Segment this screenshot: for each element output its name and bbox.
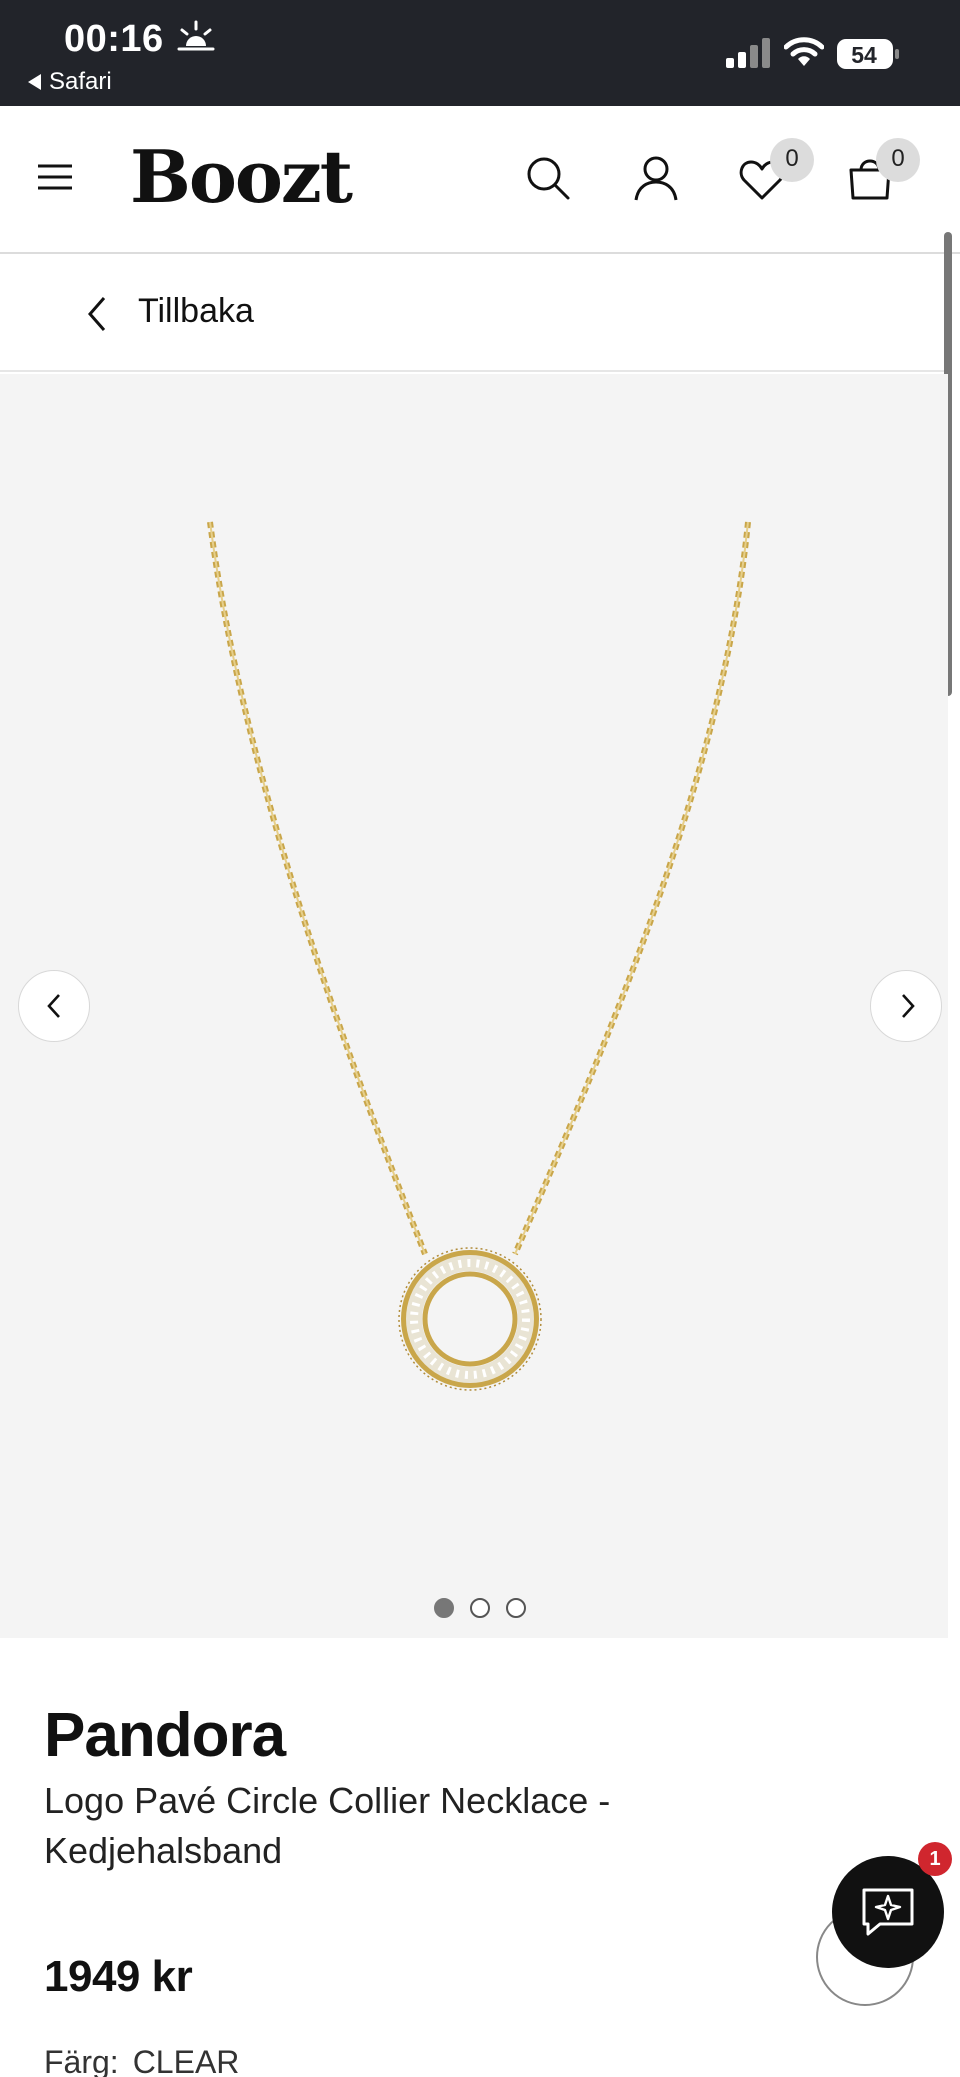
product-color: Färg: CLEAR: [44, 2044, 239, 2077]
menu-icon[interactable]: [36, 162, 74, 192]
product-price: 1949 kr: [44, 1952, 193, 2001]
product-name: Logo Pavé Circle Collier Necklace - Kedj…: [44, 1780, 611, 1871]
product-image-gallery[interactable]: [0, 374, 948, 1638]
gallery-dot[interactable]: [434, 1598, 454, 1618]
back-to-safari[interactable]: Safari: [28, 68, 112, 96]
site-logo[interactable]: Boozt: [130, 134, 353, 219]
account-icon[interactable]: [632, 154, 680, 202]
signal-icon: [726, 38, 770, 68]
back-triangle-icon: [28, 74, 41, 90]
status-time: 00:16: [64, 18, 164, 60]
gallery-dot[interactable]: [506, 1598, 526, 1618]
sunrise-icon: [177, 20, 215, 51]
chat-notification-badge: 1: [918, 1842, 952, 1876]
site-header: Boozt 0 0: [0, 106, 960, 254]
wishlist-count-badge: 0: [770, 138, 814, 182]
gallery-next-button[interactable]: [870, 970, 942, 1042]
color-value: CLEAR: [132, 2044, 240, 2077]
product-brand[interactable]: Pandora: [44, 1700, 286, 1771]
chevron-right-icon: [902, 994, 915, 1018]
back-navigation[interactable]: Tillbaka: [0, 256, 948, 372]
gallery-dot[interactable]: [470, 1598, 490, 1618]
chevron-left-icon: [47, 994, 60, 1018]
back-label: Tillbaka: [138, 292, 254, 330]
wifi-icon: [784, 37, 824, 66]
battery-level: 54: [851, 42, 877, 68]
gallery-prev-button[interactable]: [18, 970, 90, 1042]
product-image-necklace: [207, 521, 751, 1391]
search-icon[interactable]: [524, 154, 572, 202]
back-app-label: Safari: [49, 68, 112, 95]
cart-count-badge: 0: [876, 138, 920, 182]
status-bar: 00:16 Safari 54: [0, 0, 960, 106]
chevron-left-icon: [88, 297, 106, 331]
gallery-pagination: [434, 1598, 526, 1618]
battery-icon: 54: [837, 39, 899, 69]
color-label: Färg:: [44, 2044, 119, 2077]
chat-sparkle-icon: [862, 1888, 914, 1936]
